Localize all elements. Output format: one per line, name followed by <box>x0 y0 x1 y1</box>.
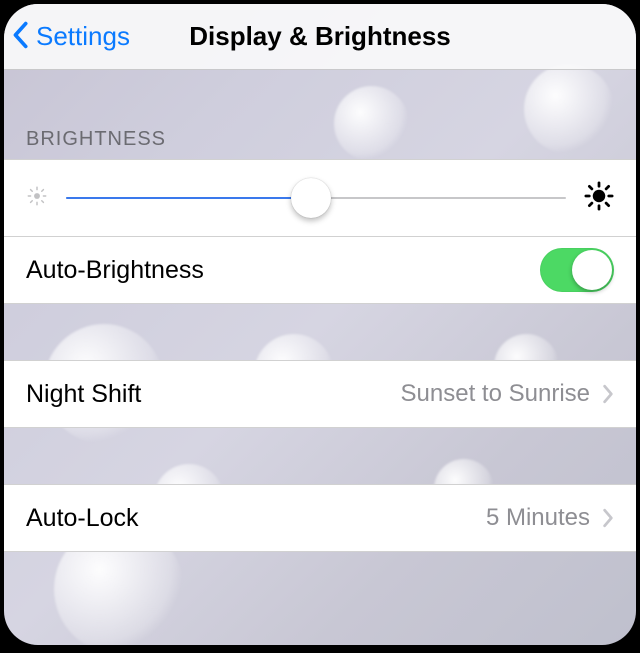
brightness-slider[interactable] <box>66 179 566 217</box>
chevron-right-icon <box>602 508 614 528</box>
chevron-right-icon <box>602 384 614 404</box>
brightness-high-icon <box>584 181 614 216</box>
chevron-left-icon <box>12 20 34 54</box>
auto-lock-cell[interactable]: Auto-Lock 5 Minutes <box>4 484 636 552</box>
back-label: Settings <box>36 21 130 52</box>
auto-brightness-label: Auto-Brightness <box>26 256 204 285</box>
back-button[interactable]: Settings <box>4 20 130 54</box>
auto-lock-label: Auto-Lock <box>26 504 139 533</box>
night-shift-label: Night Shift <box>26 380 141 409</box>
brightness-low-icon <box>26 185 48 212</box>
navbar: Settings Display & Brightness <box>4 4 636 70</box>
brightness-section-header: BRIGHTNESS <box>4 70 636 159</box>
auto-brightness-cell: Auto-Brightness <box>4 236 636 304</box>
brightness-slider-cell <box>4 159 636 237</box>
night-shift-cell[interactable]: Night Shift Sunset to Sunrise <box>4 360 636 428</box>
brightness-slider-thumb[interactable] <box>291 178 331 218</box>
auto-brightness-toggle[interactable] <box>540 248 614 292</box>
auto-lock-value: 5 Minutes <box>486 504 590 532</box>
night-shift-value: Sunset to Sunrise <box>401 380 590 408</box>
